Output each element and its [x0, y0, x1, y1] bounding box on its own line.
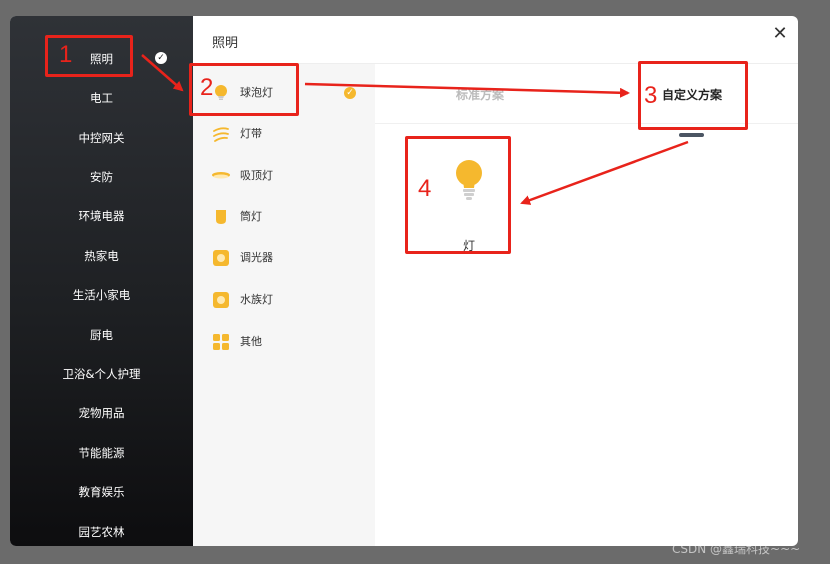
- dimmer-icon: [213, 250, 229, 266]
- subcategory-label: 调光器: [240, 251, 273, 264]
- annotation-step-3: 3: [644, 82, 658, 109]
- subcategory-label: 其他: [240, 335, 262, 348]
- grid-icon: [213, 334, 229, 350]
- light-strip-icon: [213, 127, 229, 142]
- sidebar-item-label: 热家电: [84, 249, 119, 263]
- dialog-title: 照明: [212, 36, 239, 51]
- sidebar-item-garden[interactable]: 园艺农林: [10, 520, 193, 544]
- sidebar-item-label: 环境电器: [78, 209, 125, 223]
- sidebar-item-label: 园艺农林: [78, 525, 125, 539]
- sidebar-item-environment[interactable]: 环境电器: [10, 204, 193, 228]
- sidebar-item-education[interactable]: 教育娱乐: [10, 480, 193, 504]
- annotation-step-1: 1: [59, 41, 73, 68]
- subcategory-item-downlight[interactable]: 筒灯: [193, 199, 375, 235]
- sidebar-item-label: 中控网关: [78, 131, 125, 145]
- annotation-step-2: 2: [200, 74, 214, 101]
- sidebar-item-pets[interactable]: 宠物用品: [10, 401, 193, 425]
- subcategory-item-aquarium[interactable]: 水族灯: [193, 282, 375, 318]
- close-icon[interactable]: ✕: [772, 24, 788, 44]
- sidebar-item-gateway[interactable]: 中控网关: [10, 126, 193, 150]
- sidebar-item-heating[interactable]: 热家电: [10, 244, 193, 268]
- subcategory-label: 灯带: [240, 127, 262, 140]
- sidebar-item-label: 教育娱乐: [78, 485, 125, 499]
- check-icon: ✓: [344, 87, 356, 99]
- subcategory-label: 筒灯: [240, 210, 262, 223]
- sidebar-item-label: 生活小家电: [72, 288, 131, 302]
- subcategory-label: 水族灯: [240, 293, 273, 306]
- tab-indicator: [679, 133, 704, 137]
- sidebar-item-small-appliances[interactable]: 生活小家电: [10, 283, 193, 307]
- subcategory-list: 球泡灯 ✓ 灯带 吸顶灯 筒灯 调光器 水族灯 其他: [193, 64, 375, 546]
- sidebar-item-energy[interactable]: 节能能源: [10, 441, 193, 465]
- sidebar-item-label: 卫浴&个人护理: [62, 367, 141, 381]
- sidebar-item-label: 宠物用品: [78, 406, 125, 420]
- subcategory-item-ceiling[interactable]: 吸顶灯: [193, 158, 375, 194]
- tab-standard[interactable]: 标准方案: [456, 86, 504, 103]
- category-sidebar: 照明 ✓ 电工 中控网关 安防 环境电器 热家电 生活小家电 厨电 卫浴&个人护…: [10, 16, 193, 546]
- ceiling-light-icon: [212, 172, 230, 179]
- sidebar-item-label: 节能能源: [78, 446, 125, 460]
- subcategory-item-strip[interactable]: 灯带: [193, 116, 375, 152]
- downlight-icon: [216, 210, 226, 224]
- sidebar-item-electrician[interactable]: 电工: [10, 86, 193, 110]
- subcategory-item-other[interactable]: 其他: [193, 324, 375, 360]
- subcategory-label: 吸顶灯: [240, 169, 273, 182]
- sidebar-item-label: 电工: [90, 91, 113, 105]
- sidebar-item-label: 厨电: [90, 328, 113, 342]
- sidebar-item-kitchen[interactable]: 厨电: [10, 323, 193, 347]
- check-icon: ✓: [155, 52, 167, 64]
- subcategory-item-dimmer[interactable]: 调光器: [193, 240, 375, 276]
- sidebar-item-label: 安防: [90, 170, 113, 184]
- watermark: CSDN @鑫瑞科技~~~: [672, 542, 801, 556]
- sidebar-item-security[interactable]: 安防: [10, 165, 193, 189]
- aquarium-light-icon: [213, 292, 229, 308]
- annotation-step-4: 4: [418, 175, 432, 202]
- sidebar-item-bath[interactable]: 卫浴&个人护理: [10, 362, 193, 386]
